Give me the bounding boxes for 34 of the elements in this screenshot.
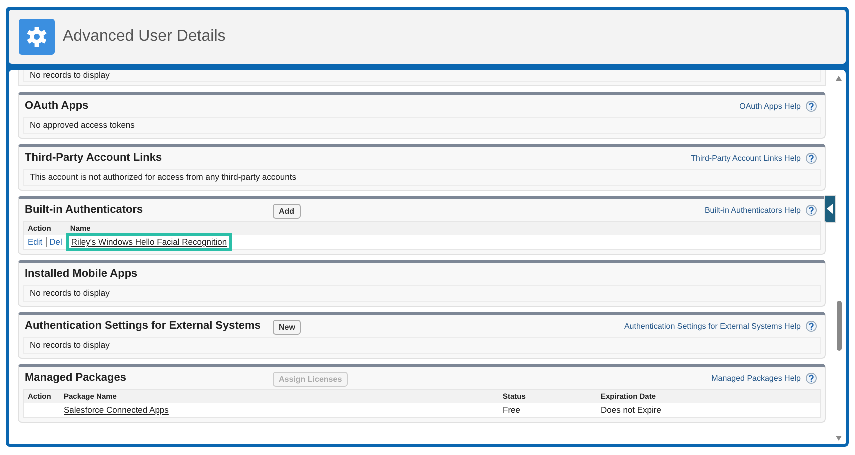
left-arrow-icon — [827, 204, 833, 214]
section-title: Built-in Authenticators — [25, 204, 144, 216]
help-icon[interactable] — [806, 320, 817, 332]
section-title: OAuth Apps — [25, 100, 90, 112]
help-link[interactable]: Authentication Settings for External Systems Help — [624, 322, 801, 330]
section-title: Installed Mobile Apps — [25, 268, 139, 280]
action-link[interactable]: Edit — [28, 237, 43, 247]
help-icon[interactable] — [806, 100, 817, 112]
help-link[interactable]: OAuth Apps Help — [740, 102, 801, 110]
table-cell: Does not Expire — [601, 405, 662, 415]
record-link[interactable]: Salesforce Connected Apps — [64, 405, 169, 415]
help-icon[interactable] — [806, 204, 817, 216]
page-title: Advanced User Details — [63, 28, 226, 46]
help-icon[interactable] — [806, 372, 817, 384]
message-text: No records to display — [30, 288, 110, 298]
scroll-up-icon[interactable] — [836, 76, 842, 81]
help-link[interactable]: Built-in Authenticators Help — [704, 206, 801, 214]
help-icon[interactable] — [806, 152, 817, 164]
message-text: This account is not authorized for access from any third-party accounts — [30, 172, 296, 182]
message-text: No records to display — [30, 340, 110, 350]
scroll-down-icon[interactable] — [836, 436, 842, 441]
help-link[interactable]: Third-Party Account Links Help — [691, 154, 801, 162]
section-title: Authentication Settings for External Systems — [25, 320, 262, 332]
help-link[interactable]: Managed Packages Help — [712, 374, 801, 382]
action-link[interactable]: Del — [46, 237, 62, 247]
section-title: Managed Packages — [25, 372, 128, 384]
table-cell: Free — [503, 405, 520, 415]
sidebar-toggle[interactable] — [824, 195, 836, 223]
action-button[interactable]: New — [273, 320, 302, 335]
action-button[interactable]: Add — [273, 204, 301, 219]
message-text: No records to display — [23, 70, 821, 82]
gear-icon — [19, 19, 55, 55]
message-text: No approved access tokens — [30, 120, 135, 130]
section-title: Third-Party Account Links — [25, 152, 164, 164]
